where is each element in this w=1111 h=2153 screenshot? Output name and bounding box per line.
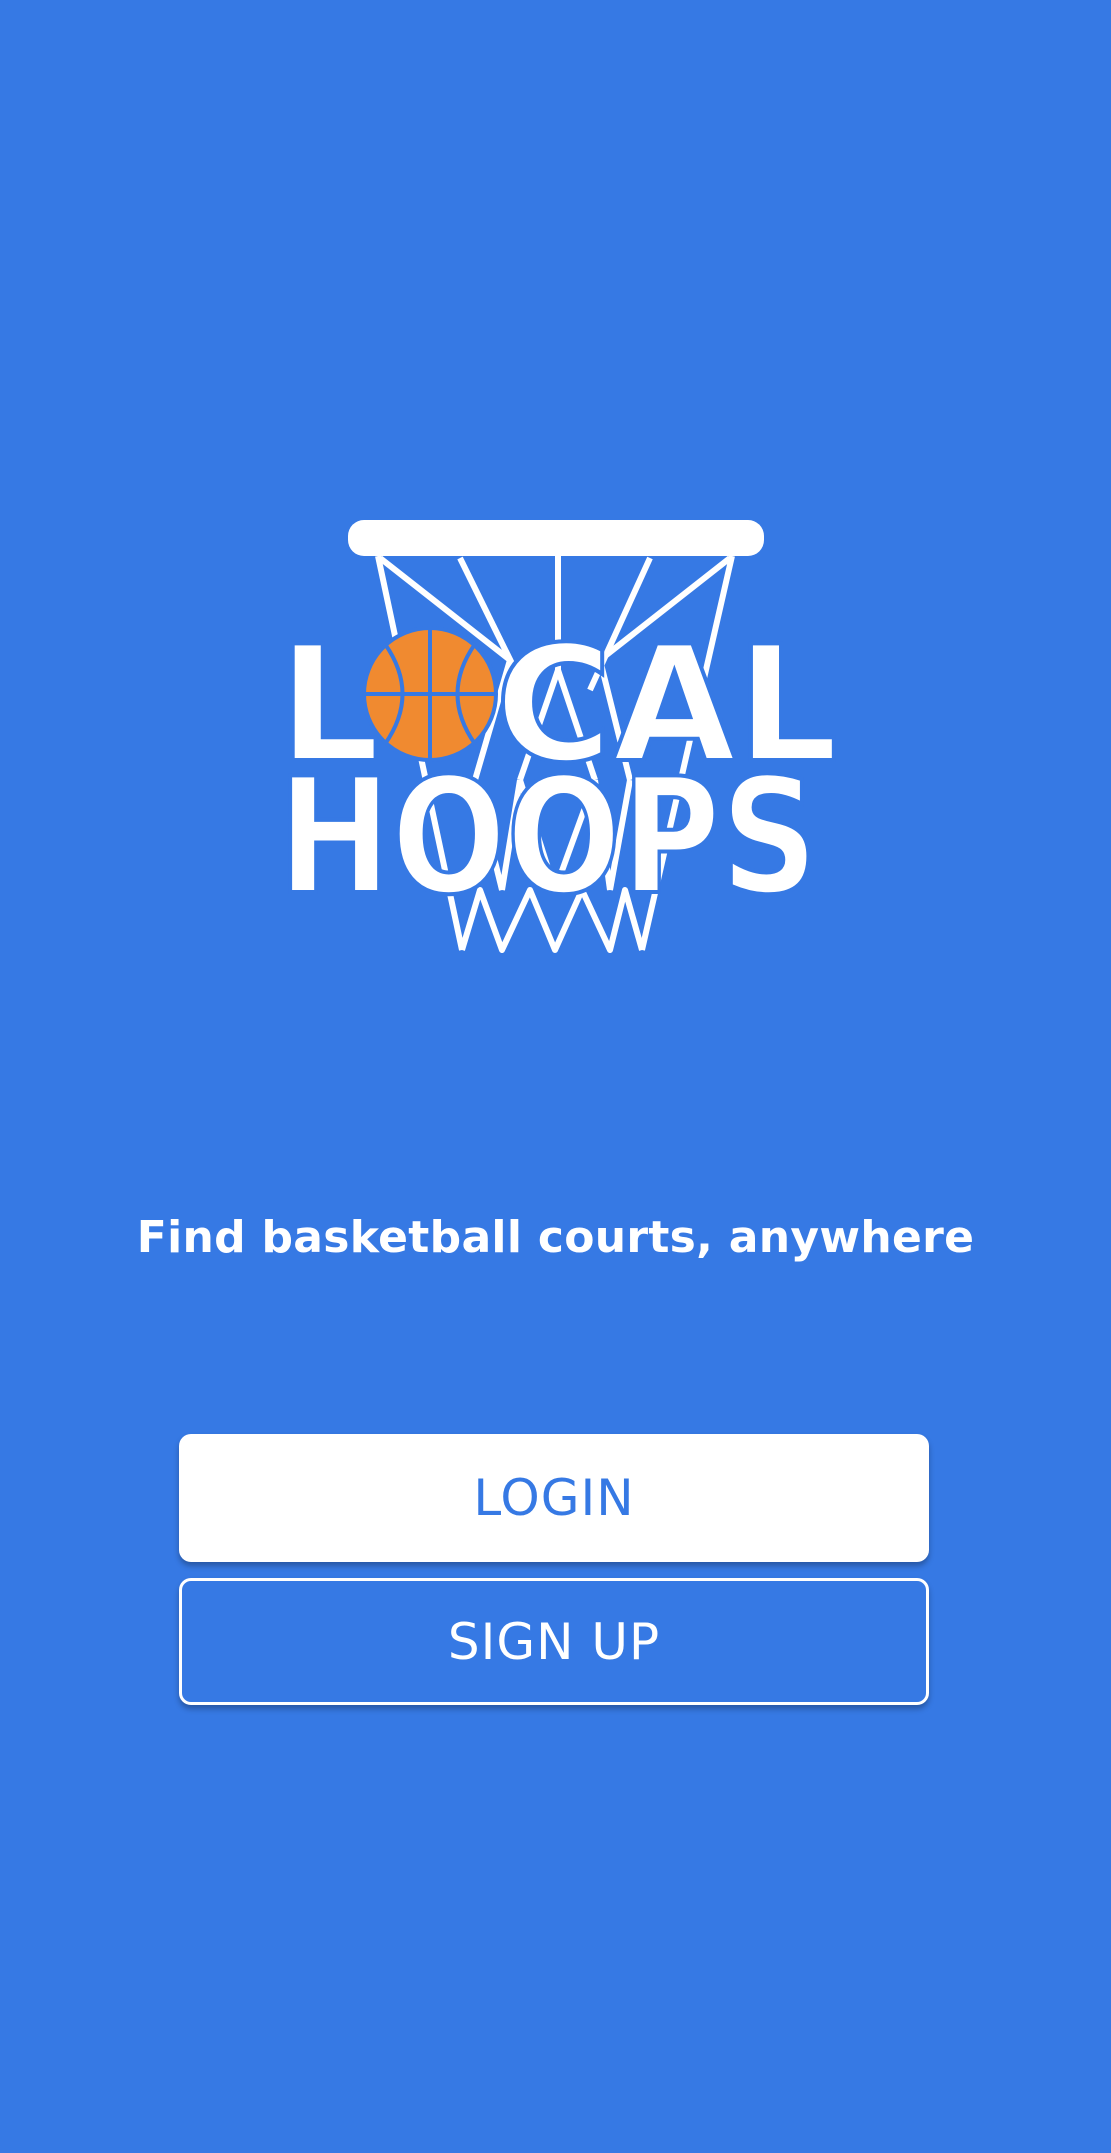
svg-text:HOOPS: HOOPS [278,743,818,930]
tagline: Find basketball courts, anywhere [136,1212,975,1263]
login-button[interactable]: LOGIN [179,1434,929,1562]
basketball-icon [362,626,498,762]
local-hoops-logo: L CAL HOOPS [270,520,840,990]
welcome-screen: L CAL HOOPS Find basketball courts, anyw… [0,0,1111,2153]
basketball-hoop-icon: L CAL HOOPS [276,520,840,953]
signup-button[interactable]: SIGN UP [179,1578,929,1705]
